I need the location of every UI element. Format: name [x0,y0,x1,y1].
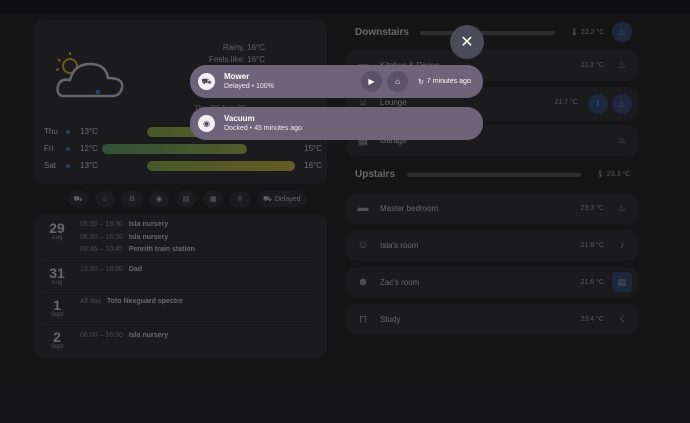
home-icon: ⌂ [395,77,400,86]
mower-dock-button[interactable]: ⌂ [387,71,408,92]
vacuum-subtitle: Docked • 45 minutes ago [224,125,302,132]
mower-status-text: 7 minutes ago [426,78,471,85]
mower-title: Mower [224,72,250,81]
mower-icon: ⛟ [198,73,215,90]
refresh-icon: ↻ [418,78,424,86]
vacuum-title: Vacuum [224,114,255,123]
vacuum-icon: ◉ [198,115,215,132]
mower-subtitle: Delayed • 100% [224,83,274,90]
close-icon: ✕ [460,34,474,51]
mower-start-button[interactable]: ▶ [361,71,382,92]
vacuum-notification[interactable]: ◉ Vacuum Docked • 45 minutes ago [190,107,483,140]
mower-status: ↻ 7 minutes ago [418,71,478,92]
play-icon: ▶ [368,77,375,86]
mower-notification[interactable]: ⛟ Mower Delayed • 100% ▶ ⌂ ↻ 7 minutes ag… [190,65,483,98]
overlay-backdrop[interactable] [0,0,690,423]
close-button[interactable]: ✕ [450,25,484,59]
